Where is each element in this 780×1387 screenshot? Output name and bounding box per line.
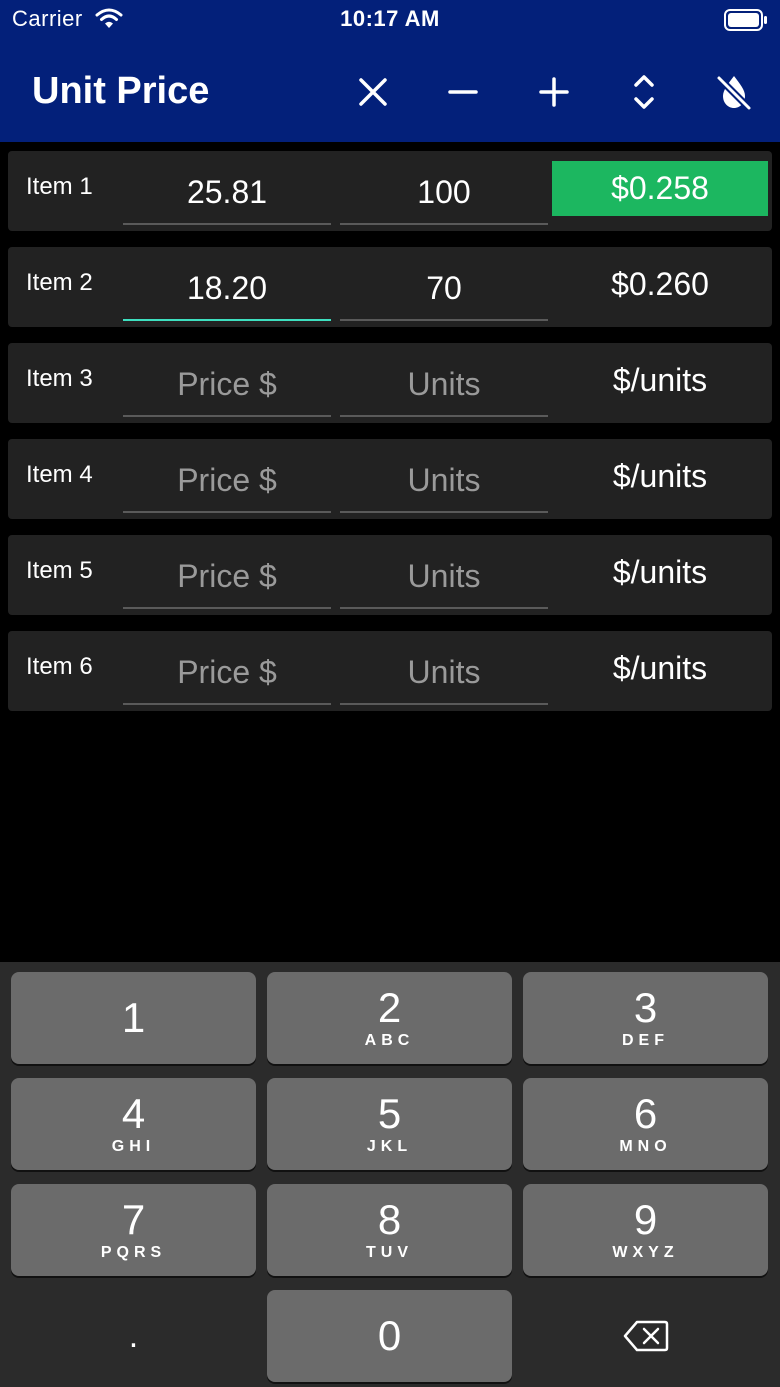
item-row-3: Item 3 Price $ Units $/units bbox=[8, 343, 772, 423]
key-digit: 1 bbox=[121, 994, 146, 1041]
item-label: Item 5 bbox=[26, 557, 93, 584]
key-letters: PQRS bbox=[100, 1244, 167, 1261]
item-label: Item 2 bbox=[26, 269, 93, 296]
backspace-icon bbox=[623, 1320, 668, 1352]
units-input[interactable]: Units bbox=[340, 449, 548, 513]
add-row-button[interactable] bbox=[524, 66, 584, 118]
key-4[interactable]: 4 GHI bbox=[11, 1078, 256, 1170]
page-title: Unit Price bbox=[32, 70, 210, 112]
key-letters: JKL bbox=[366, 1138, 413, 1155]
item-row-5: Item 5 Price $ Units $/units bbox=[8, 535, 772, 615]
unit-price-result: $0.260 bbox=[611, 266, 709, 302]
key-digit: 6 bbox=[633, 1090, 658, 1137]
item-label: Item 4 bbox=[26, 461, 93, 488]
price-input[interactable]: Price $ bbox=[123, 353, 331, 417]
item-label: Item 6 bbox=[26, 653, 93, 680]
item-row-4: Item 4 Price $ Units $/units bbox=[8, 439, 772, 519]
price-input[interactable]: Price $ bbox=[123, 449, 331, 513]
key-digit: 2 bbox=[377, 984, 402, 1031]
key-letters: WXYZ bbox=[612, 1244, 679, 1261]
key-digit: 7 bbox=[121, 1196, 146, 1243]
key-letters: DEF bbox=[622, 1032, 669, 1049]
key-letters: MNO bbox=[619, 1138, 672, 1155]
item-row-6: Item 6 Price $ Units $/units bbox=[8, 631, 772, 711]
key-letters: TUV bbox=[366, 1244, 413, 1261]
price-input[interactable]: 18.20 bbox=[123, 257, 331, 321]
key-digit: 3 bbox=[633, 984, 658, 1031]
price-input[interactable]: 25.81 bbox=[123, 161, 331, 225]
key-digit: 9 bbox=[633, 1196, 658, 1243]
price-input[interactable]: Price $ bbox=[123, 641, 331, 705]
unit-price-result: $/units bbox=[612, 554, 708, 590]
toggle-button[interactable] bbox=[704, 66, 764, 118]
key-8[interactable]: 8 TUV bbox=[267, 1184, 512, 1276]
item-row-2: Item 2 18.20 70 $0.260 bbox=[8, 247, 772, 327]
key-digit: . bbox=[128, 1317, 139, 1355]
key-digit: 4 bbox=[121, 1090, 146, 1137]
units-input[interactable]: 70 bbox=[340, 257, 548, 321]
unit-price-result: $/units bbox=[612, 650, 708, 686]
units-input[interactable]: 100 bbox=[340, 161, 548, 225]
plus-icon bbox=[539, 77, 569, 107]
key-digit: 0 bbox=[377, 1312, 402, 1359]
unit-price-result: $/units bbox=[612, 362, 708, 398]
unit-price-result: $0.258 bbox=[552, 161, 768, 216]
key-digit: 5 bbox=[377, 1090, 402, 1137]
remove-row-button[interactable] bbox=[433, 66, 493, 118]
units-input[interactable]: Units bbox=[340, 353, 548, 417]
nav-bar: Carrier 10:17 AM Unit Price bbox=[0, 0, 780, 142]
key-decimal[interactable]: . bbox=[11, 1290, 256, 1382]
item-label: Item 3 bbox=[26, 365, 93, 392]
minus-icon bbox=[448, 90, 478, 94]
key-9[interactable]: 9 WXYZ bbox=[523, 1184, 768, 1276]
close-icon bbox=[359, 78, 387, 106]
units-input[interactable]: Units bbox=[340, 641, 548, 705]
key-6[interactable]: 6 MNO bbox=[523, 1078, 768, 1170]
key-digit: 8 bbox=[377, 1196, 402, 1243]
item-row-1: Item 1 25.81 100 $0.258 bbox=[8, 151, 772, 231]
sort-button[interactable] bbox=[614, 66, 674, 118]
key-1[interactable]: 1 bbox=[11, 972, 256, 1064]
units-input[interactable]: Units bbox=[340, 545, 548, 609]
key-delete[interactable] bbox=[523, 1290, 768, 1382]
item-label: Item 1 bbox=[26, 173, 93, 200]
battery-icon bbox=[724, 9, 768, 36]
key-3[interactable]: 3 DEF bbox=[523, 972, 768, 1064]
unit-price-result: $/units bbox=[612, 458, 708, 494]
item-list: Item 1 25.81 100 $0.258 Item 2 18.20 70 … bbox=[8, 151, 772, 727]
key-2[interactable]: 2 ABC bbox=[267, 972, 512, 1064]
key-letters: ABC bbox=[364, 1032, 415, 1049]
key-7[interactable]: 7 PQRS bbox=[11, 1184, 256, 1276]
key-letters: GHI bbox=[111, 1138, 156, 1155]
key-0[interactable]: 0 bbox=[267, 1290, 512, 1382]
key-5[interactable]: 5 JKL bbox=[267, 1078, 512, 1170]
status-bar: Carrier 10:17 AM bbox=[0, 0, 780, 40]
no-water-icon bbox=[716, 74, 752, 111]
price-input[interactable]: Price $ bbox=[123, 545, 331, 609]
clear-button[interactable] bbox=[343, 66, 403, 118]
sort-icon bbox=[634, 75, 654, 109]
status-time: 10:17 AM bbox=[340, 6, 440, 31]
numeric-keypad: 1 2 ABC 3 DEF 4 GHI 5 JKL 6 MNO 7 PQRS 8… bbox=[0, 962, 780, 1387]
